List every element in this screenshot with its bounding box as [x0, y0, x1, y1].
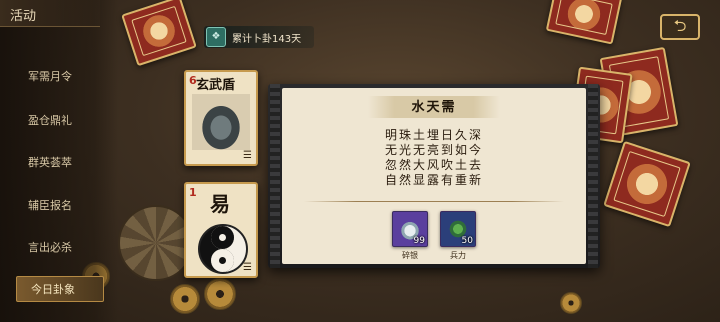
decorative-card — [545, 0, 623, 45]
menu-item-label: 盈仓鼎礼 — [28, 114, 72, 127]
yin-yang-icon — [198, 224, 248, 274]
sidebar-title: 活动 — [10, 9, 37, 24]
reward-quantity: 99 — [413, 236, 425, 246]
divination-day-counter: ❖ 累计卜卦143天 — [204, 26, 314, 48]
hexagram-poem: 明珠土埋日久深 无光无亮到如今 忽然大风吹土去 自然显露有重新 — [282, 128, 586, 188]
return-button[interactable]: ⮌ — [660, 14, 700, 40]
poem-line: 忽然大风吹土去 — [384, 158, 483, 172]
card-name: 易 — [210, 192, 230, 216]
coin — [204, 278, 236, 310]
panel-left-edge — [270, 84, 280, 268]
silver-ingot-icon: 99 — [392, 211, 428, 247]
menu-item-qunying[interactable]: 群英荟萃 — [14, 150, 104, 176]
coin — [170, 284, 200, 314]
reward-troops[interactable]: 50 兵力 — [440, 211, 476, 261]
hexagram-panel: 水天需 明珠土埋日久深 无光无亮到如今 忽然大风吹土去 自然显露有重新 99 碎… — [268, 84, 600, 268]
menu-item-yanchu[interactable]: 言出必杀 — [14, 235, 104, 261]
poem-line: 无光无亮到如今 — [384, 143, 483, 157]
soldier-icon: 50 — [440, 211, 476, 247]
coin — [560, 292, 582, 314]
card-name: 玄武盾 — [196, 78, 236, 93]
menu-item-label: 群英荟萃 — [28, 156, 72, 169]
divider — [304, 201, 564, 202]
panel-title-bar: 水天需 — [368, 96, 500, 118]
panel-paper: 水天需 明珠土埋日久深 无光无亮到如今 忽然大风吹土去 自然显露有重新 99 碎… — [282, 88, 586, 264]
hexagram-title: 水天需 — [411, 100, 457, 115]
reward-quantity: 50 — [461, 236, 473, 246]
card-cost: 1 — [189, 186, 197, 199]
poem-line: 自然显露有重新 — [384, 173, 483, 187]
menu-item-junxu[interactable]: 军需月令 — [14, 64, 104, 90]
reward-silver[interactable]: 99 碎银 — [392, 211, 428, 261]
reward-label: 兵力 — [450, 251, 466, 260]
reward-label: 碎银 — [402, 251, 418, 260]
sidebar-header: 活动 — [0, 0, 100, 27]
decorative-card — [121, 0, 197, 67]
menu-item-label: 今日卦象 — [31, 283, 75, 296]
decorative-card — [603, 140, 691, 228]
menu-item-fuchen[interactable]: 辅臣报名 — [14, 193, 104, 219]
menu-item-label: 军需月令 — [28, 70, 72, 83]
menu-item-label: 辅臣报名 — [28, 199, 72, 212]
hexagram-card-xuanwudun[interactable]: 6 玄武盾 ☰ — [184, 70, 258, 166]
panel-right-edge — [588, 84, 598, 268]
menu-lines-icon: ☰ — [243, 262, 252, 273]
divination-book-icon: ❖ — [206, 27, 226, 47]
menu-lines-icon: ☰ — [243, 150, 252, 161]
menu-item-yingcang[interactable]: 盈仓鼎礼 — [14, 108, 104, 134]
activity-sidebar: 活动 军需月令 盈仓鼎礼 群英荟萃 辅臣报名 言出必杀 今日卦象 — [0, 0, 118, 322]
hexagram-card-yi[interactable]: 1 易 ☰ — [184, 182, 258, 278]
tortoise-statue-art — [192, 94, 250, 150]
menu-item-label: 言出必杀 — [28, 241, 72, 254]
menu-item-daily-divination[interactable]: 今日卦象 — [16, 276, 104, 302]
return-arrow-icon: ⮌ — [673, 16, 687, 35]
poem-line: 明珠土埋日久深 — [384, 128, 483, 142]
counter-text: 累计卜卦143天 — [232, 34, 302, 45]
tortoise-shell — [118, 205, 194, 281]
